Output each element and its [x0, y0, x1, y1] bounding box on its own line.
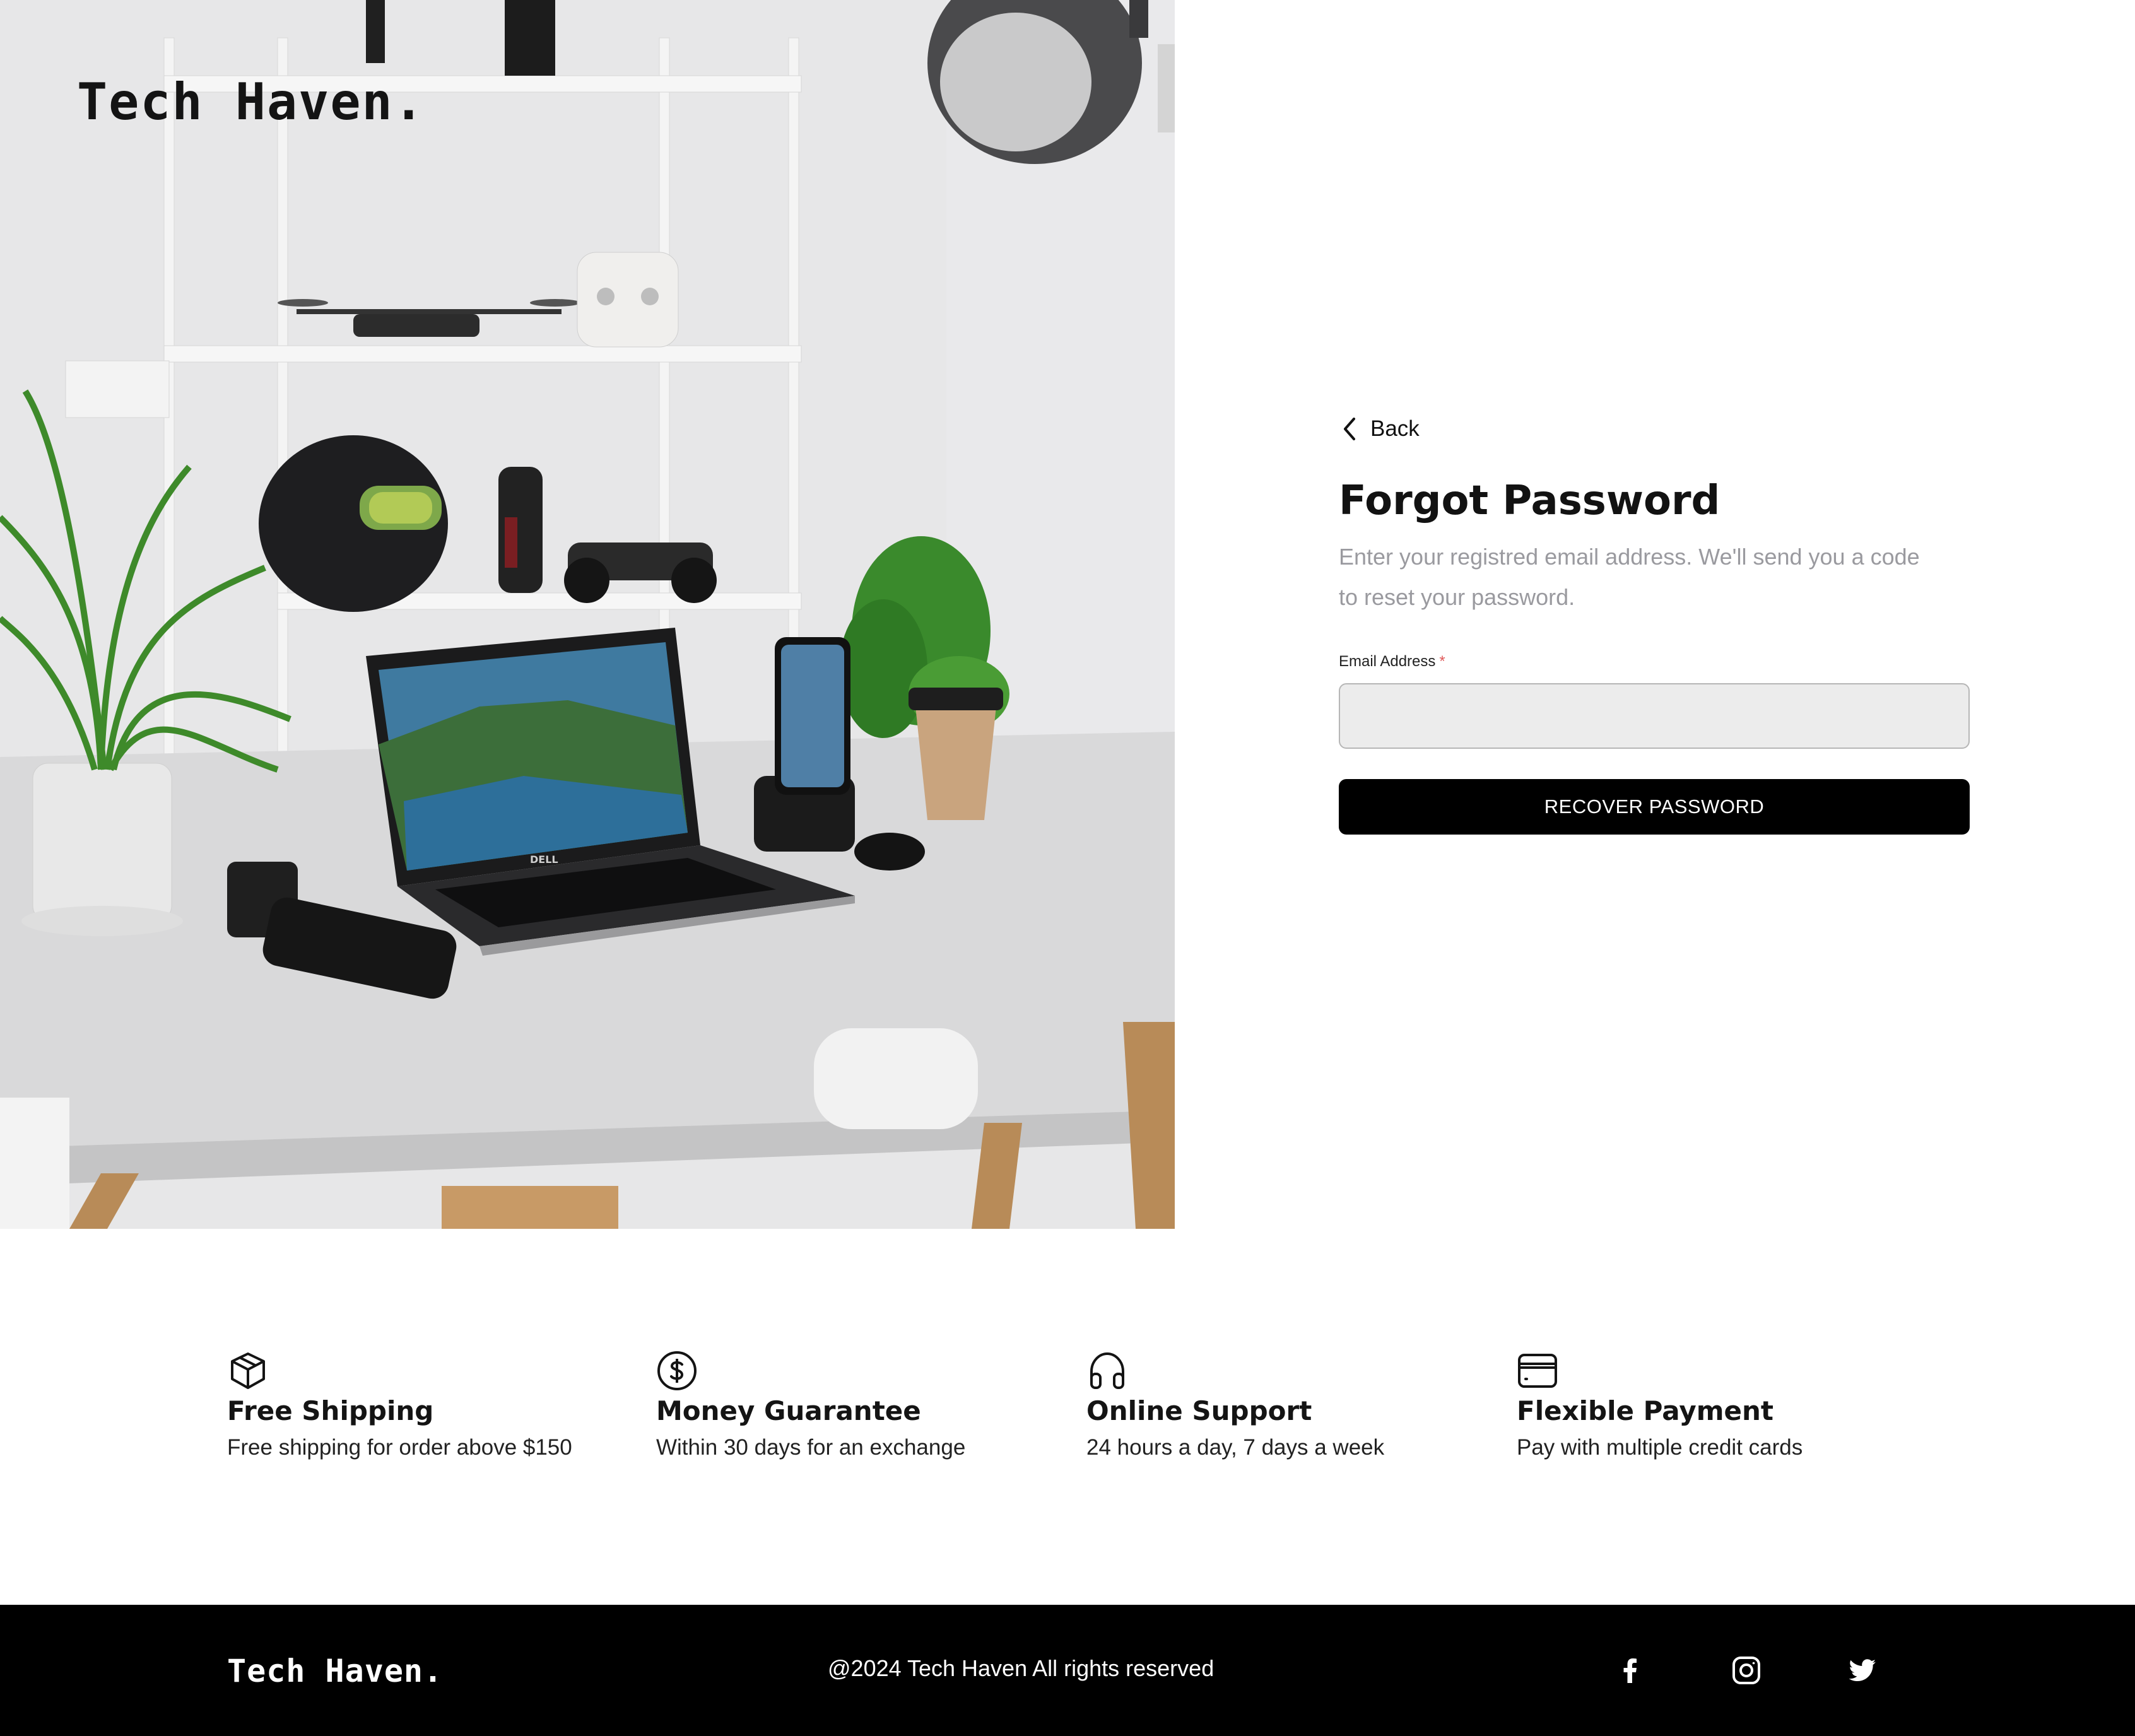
feature-title: Free Shipping	[227, 1395, 434, 1426]
feature-description: Pay with multiple credit cards	[1517, 1435, 1803, 1460]
laptop-logo: DELL	[530, 853, 558, 865]
twitter-icon[interactable]	[1847, 1655, 1878, 1686]
feature-description: 24 hours a day, 7 days a week	[1086, 1435, 1385, 1460]
chevron-left-icon	[1339, 416, 1360, 442]
facebook-icon[interactable]	[1615, 1655, 1645, 1686]
page-description: Enter your registred email address. We'l…	[1339, 543, 1920, 610]
brand-logo[interactable]: Tech Haven.	[77, 77, 425, 127]
instagram-icon[interactable]	[1731, 1655, 1762, 1686]
recover-password-button[interactable]: RECOVER PASSWORD	[1339, 778, 1970, 835]
page-title: Forgot Password	[1339, 478, 1720, 524]
hero-image: DELL Tech Haven.	[0, 0, 1175, 1229]
workspace-illustration: DELL	[0, 0, 1175, 1229]
package-icon	[227, 1350, 269, 1392]
email-field[interactable]	[1339, 683, 1970, 749]
features-bar: Free Shipping Free shipping for order ab…	[0, 1350, 2135, 1482]
footer-brand-logo[interactable]: Tech Haven.	[227, 1653, 443, 1689]
dollar-coin-icon	[656, 1350, 698, 1392]
feature-free-shipping: Free Shipping Free shipping for order ab…	[227, 1350, 631, 1460]
feature-title: Money Guarantee	[656, 1395, 921, 1426]
credit-card-icon	[1517, 1350, 1558, 1392]
copyright-text: @2024 Tech Haven All rights reserved	[828, 1655, 1215, 1681]
feature-title: Online Support	[1086, 1395, 1312, 1426]
forgot-password-form: Back Forgot Password Enter your registre…	[1339, 404, 1970, 835]
feature-online-support: Online Support 24 hours a day, 7 days a …	[1086, 1350, 1490, 1460]
footer: Tech Haven. @2024 Tech Haven All rights …	[0, 1605, 2135, 1736]
back-link[interactable]: Back	[1339, 404, 1970, 454]
feature-description: Free shipping for order above $150	[227, 1435, 572, 1460]
feature-money-guarantee: Money Guarantee Within 30 days for an ex…	[656, 1350, 1060, 1460]
required-marker: *	[1439, 652, 1445, 670]
feature-description: Within 30 days for an exchange	[656, 1435, 966, 1460]
feature-flexible-payment: Flexible Payment Pay with multiple credi…	[1517, 1350, 1920, 1460]
email-label: Email Address *	[1339, 653, 1970, 671]
email-label-text: Email Address	[1339, 652, 1436, 670]
headphones-icon	[1086, 1350, 1128, 1392]
back-label: Back	[1370, 416, 1420, 441]
feature-title: Flexible Payment	[1517, 1395, 1773, 1426]
